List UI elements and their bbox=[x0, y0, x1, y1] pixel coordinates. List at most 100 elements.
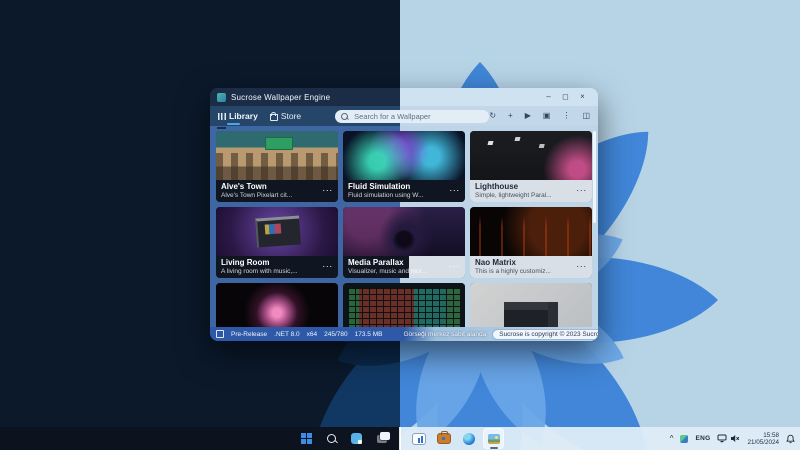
settings-icon[interactable]: ◫ bbox=[582, 106, 590, 126]
status-bar: Pre-Release .NET 8.0 x64 245/780 173.5 M… bbox=[210, 327, 598, 341]
lighthouse-thumbnail bbox=[470, 131, 592, 180]
search-icon bbox=[341, 113, 348, 120]
search-input[interactable] bbox=[352, 111, 483, 122]
maximize-button[interactable]: ◻ bbox=[557, 88, 574, 106]
wallpaper-tile-alves-town[interactable]: Alve's Town Alve's Town Pixelart cit... … bbox=[216, 131, 338, 202]
play-icon[interactable]: ▶ bbox=[525, 106, 531, 126]
nao-matrix-thumbnail bbox=[470, 207, 592, 256]
widgets-button[interactable] bbox=[346, 428, 367, 449]
media-parallax-thumbnail bbox=[343, 207, 465, 256]
tile-title: Alve's Town bbox=[221, 182, 333, 192]
wallpaper-tile-periodic-table[interactable] bbox=[343, 283, 465, 327]
start-button[interactable] bbox=[296, 428, 317, 449]
sucrose-app-window: Sucrose Wallpaper Engine – ◻ × Library S… bbox=[210, 88, 598, 341]
tile-subtitle: Alve's Town Pixelart cit... bbox=[221, 192, 333, 200]
motherboard-thumbnail bbox=[470, 283, 592, 327]
clock-time: 15:58 bbox=[747, 432, 779, 439]
tab-library-label: Library bbox=[229, 111, 258, 121]
tile-menu-button[interactable]: ... bbox=[322, 259, 333, 269]
library-icon bbox=[218, 113, 226, 120]
windows-logo-icon bbox=[301, 433, 312, 444]
more-options-icon[interactable]: ⋮ bbox=[562, 106, 570, 126]
copyright-label: Sucrose is copyright © 2023 Sucrose Cont… bbox=[493, 330, 598, 339]
add-wallpaper-icon[interactable]: + bbox=[508, 106, 513, 126]
briefcase-icon bbox=[438, 434, 450, 443]
tab-library[interactable]: Library bbox=[218, 111, 258, 121]
wallpaper-picture-icon bbox=[488, 434, 500, 444]
tile-menu-button[interactable]: ... bbox=[449, 259, 460, 269]
wallpaper-search-box[interactable] bbox=[335, 110, 489, 123]
wallpaper-grid: Alve's Town Alve's Town Pixelart cit... … bbox=[210, 126, 598, 327]
tile-subtitle: Fluid simulation using W... bbox=[348, 192, 460, 200]
sucrose-app-icon bbox=[217, 93, 226, 102]
bell-icon bbox=[786, 434, 795, 444]
toolbar-actions: ↻ + ▶ ▣ ⋮ ◫ bbox=[489, 106, 590, 126]
tile-title: Living Room bbox=[221, 258, 333, 268]
framework-label: .NET 8.0 bbox=[274, 331, 300, 338]
clock-date: 21/05/2024 bbox=[747, 439, 779, 446]
living-room-thumbnail bbox=[216, 207, 338, 256]
architecture-label: x64 bbox=[307, 331, 317, 338]
network-volume-group[interactable] bbox=[717, 434, 740, 443]
memory-usage: 173.5 MB bbox=[355, 331, 383, 338]
wallpaper-tile-media-parallax[interactable]: Media Parallax Visualizer, music and mor… bbox=[343, 207, 465, 278]
tile-title: Lighthouse bbox=[475, 182, 587, 192]
globe-icon bbox=[463, 433, 475, 445]
wallpaper-count: 245/780 bbox=[324, 331, 348, 338]
tile-label-band: Fluid Simulation Fluid simulation using … bbox=[343, 180, 465, 202]
content-top-marker bbox=[217, 127, 226, 129]
release-icon bbox=[216, 330, 224, 338]
jellyfish-thumbnail bbox=[216, 283, 338, 327]
wallpaper-tile-jellyfish[interactable] bbox=[216, 283, 338, 327]
monitor-app-button[interactable] bbox=[408, 428, 429, 449]
display-icon[interactable]: ▣ bbox=[543, 106, 551, 126]
window-titlebar[interactable]: Sucrose Wallpaper Engine – ◻ × bbox=[210, 88, 598, 106]
taskbar: ^ ENG 15:58 21/05/2024 bbox=[0, 427, 800, 450]
window-title: Sucrose Wallpaper Engine bbox=[231, 93, 330, 102]
tile-menu-button[interactable]: ... bbox=[576, 259, 587, 269]
tile-title: Fluid Simulation bbox=[348, 182, 460, 192]
notification-bell-button[interactable] bbox=[786, 434, 795, 444]
tile-menu-button[interactable]: ... bbox=[322, 183, 333, 193]
tab-store-label: Store bbox=[281, 111, 301, 121]
vertical-scrollbar[interactable] bbox=[593, 131, 596, 223]
tile-title: Media Parallax bbox=[348, 258, 460, 268]
tile-subtitle: A living room with music,... bbox=[221, 268, 333, 276]
browser-app-button[interactable] bbox=[458, 428, 479, 449]
clock[interactable]: 15:58 21/05/2024 bbox=[747, 432, 779, 446]
wallpaper-tile-nao-matrix[interactable]: Nao Matrix This is a highly customiz... … bbox=[470, 207, 592, 278]
periodic-table-thumbnail bbox=[343, 283, 465, 327]
toolbox-app-button[interactable] bbox=[433, 428, 454, 449]
status-hint: Görseği merkez sabit alanda bbox=[403, 331, 486, 338]
language-indicator[interactable]: ENG bbox=[695, 435, 710, 442]
system-tray: ^ ENG 15:58 21/05/2024 bbox=[670, 427, 795, 450]
wallpaper-tile-living-room[interactable]: Living Room A living room with music,...… bbox=[216, 207, 338, 278]
alves-town-thumbnail bbox=[216, 131, 338, 180]
wallpaper-tile-fluid-simulation[interactable]: Fluid Simulation Fluid simulation using … bbox=[343, 131, 465, 202]
wallpaper-tile-lighthouse[interactable]: Lighthouse Simple, lightweight Paral... … bbox=[470, 131, 592, 202]
volume-mute-icon bbox=[730, 434, 740, 443]
tile-title: Nao Matrix bbox=[475, 258, 587, 268]
close-button[interactable]: × bbox=[574, 88, 591, 106]
task-view-button[interactable] bbox=[371, 428, 392, 449]
wallpaper-tile-motherboard[interactable] bbox=[470, 283, 592, 327]
tab-store[interactable]: Store bbox=[270, 111, 301, 121]
history-icon[interactable]: ↻ bbox=[489, 106, 496, 126]
task-view-icon bbox=[377, 435, 387, 443]
widgets-icon bbox=[351, 433, 362, 444]
chart-window-icon bbox=[413, 434, 425, 444]
network-icon bbox=[717, 434, 727, 443]
sucrose-taskbar-button[interactable] bbox=[483, 428, 504, 449]
tile-label-band: Nao Matrix This is a highly customiz... … bbox=[470, 256, 592, 278]
tile-menu-button[interactable]: ... bbox=[576, 183, 587, 193]
tile-menu-button[interactable]: ... bbox=[449, 183, 460, 193]
fluid-simulation-thumbnail bbox=[343, 131, 465, 180]
tile-label-band: Media Parallax Visualizer, music and mor… bbox=[343, 256, 465, 278]
store-bag-icon bbox=[270, 114, 278, 121]
search-icon bbox=[327, 434, 336, 443]
tray-overflow-chevron[interactable]: ^ bbox=[670, 434, 674, 444]
tray-app-icon[interactable] bbox=[680, 435, 688, 443]
minimize-button[interactable]: – bbox=[540, 88, 557, 106]
tile-label-band: Alve's Town Alve's Town Pixelart cit... … bbox=[216, 180, 338, 202]
taskbar-search-button[interactable] bbox=[321, 428, 342, 449]
